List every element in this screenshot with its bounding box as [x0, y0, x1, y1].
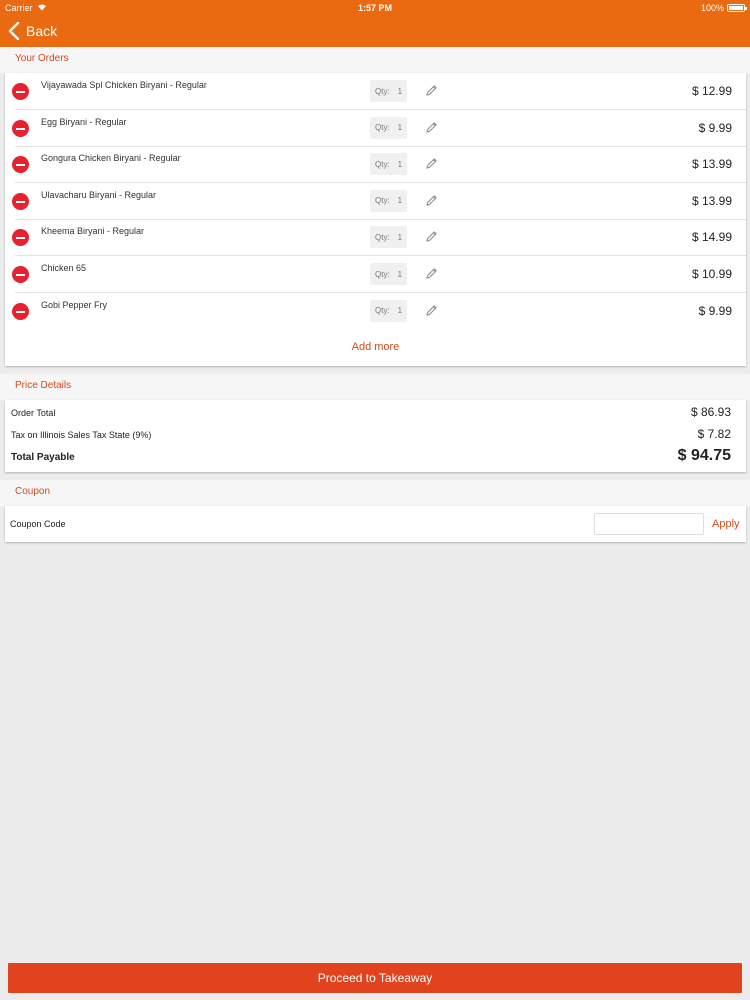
apply-coupon-button[interactable]: Apply: [712, 518, 740, 530]
battery-icon: [727, 4, 747, 12]
coupon-card: Coupon Code Apply: [5, 506, 746, 542]
quantity-field[interactable]: Qty: 1: [370, 263, 407, 285]
qty-label: Qty:: [375, 159, 390, 169]
quantity-field[interactable]: Qty: 1: [370, 226, 407, 249]
price-details-card: Order Total $ 86.93 Tax on Illinois Sale…: [5, 400, 746, 472]
qty-value: 1: [397, 196, 403, 206]
item-name: Ulavacharu Biryani - Regular: [41, 189, 157, 200]
order-total-value: $ 86.93: [690, 405, 731, 419]
qty-value: 1: [397, 306, 403, 316]
quantity-field[interactable]: Qty: 1: [370, 80, 407, 102]
item-price: $ 13.99: [691, 193, 732, 208]
remove-item-icon[interactable]: [12, 156, 29, 174]
order-item-row: Gongura Chicken Biryani - Regular Qty: 1 $ …: [5, 146, 746, 184]
clock: 1:57 PM: [357, 3, 392, 13]
back-label: Back: [26, 23, 58, 39]
item-price: $ 10.99: [691, 267, 732, 281]
order-item-row: Gobi Pepper Fry Qty: 1 $ 9.99: [5, 293, 746, 330]
qty-label: Qty:: [375, 269, 390, 279]
item-price: $ 9.99: [698, 303, 732, 318]
pencil-icon[interactable]: [425, 267, 438, 280]
pencil-icon[interactable]: [425, 157, 438, 170]
order-total-row: Order Total $ 86.93: [11, 405, 731, 419]
quantity-field[interactable]: Qty: 1: [370, 153, 407, 176]
qty-label: Qty:: [375, 196, 390, 206]
tax-value: $ 7.82: [697, 427, 731, 441]
qty-label: Qty:: [375, 123, 390, 133]
quantity-field[interactable]: Qty: 1: [370, 189, 407, 212]
total-payable-label: Total Payable: [11, 452, 75, 463]
pencil-icon[interactable]: [425, 84, 438, 97]
qty-label: Qty:: [375, 306, 390, 316]
remove-item-icon[interactable]: [12, 119, 29, 137]
item-price: $ 14.99: [691, 230, 732, 245]
tax-label: Tax on Illinois Sales Tax State (9%): [11, 430, 152, 440]
coupon-code-input[interactable]: [594, 513, 704, 535]
remove-item-icon[interactable]: [12, 302, 29, 320]
quantity-field[interactable]: Qty: 1: [370, 299, 407, 322]
remove-item-icon[interactable]: [12, 266, 29, 283]
item-name: Gongura Chicken Biryani - Regular: [41, 153, 181, 164]
remove-item-icon[interactable]: [12, 83, 29, 100]
chevron-left-icon: [8, 22, 20, 40]
item-price: $ 13.99: [691, 157, 732, 172]
proceed-to-takeaway-button[interactable]: Proceed to Takeaway: [8, 963, 742, 993]
order-item-row: Ulavacharu Biryani - Regular Qty: 1 $ 13.99: [5, 183, 746, 220]
order-item-row: Egg Biryani - Regular Qty: 1 $ 9.99: [5, 110, 746, 147]
item-price: $ 9.99: [698, 120, 732, 135]
remove-item-icon[interactable]: [12, 229, 29, 247]
order-item-row: Kheema Biryani - Regular Qty: 1 $ 14.99: [5, 219, 746, 257]
nav-header: Carrier 1:57 PM 100% Back: [0, 0, 750, 47]
item-price: $ 12.99: [691, 84, 732, 98]
qty-value: 1: [397, 269, 403, 279]
order-item-row: Chicken 65 Qty: 1 $ 10.99: [5, 256, 746, 293]
remove-item-icon[interactable]: [12, 192, 29, 210]
qty-label: Qty:: [375, 86, 390, 96]
qty-value: 1: [397, 123, 403, 133]
battery-percent: 100%: [700, 3, 724, 13]
price-details-section-label: Price Details: [0, 374, 750, 400]
orders-section-label: Your Orders: [0, 47, 750, 73]
item-name: Gobi Pepper Fry: [41, 299, 108, 310]
status-bar: Carrier 1:57 PM 100%: [0, 0, 750, 16]
tax-row: Tax on Illinois Sales Tax State (9%) $ 7…: [11, 427, 731, 441]
qty-value: 1: [397, 86, 403, 96]
pencil-icon[interactable]: [425, 194, 438, 207]
quantity-field[interactable]: Qty: 1: [370, 116, 407, 139]
item-name: Egg Biryani - Regular: [41, 116, 127, 127]
order-item-row: Vijayawada Spl Chicken Biryani - Regular…: [5, 73, 746, 110]
add-more-button[interactable]: Add more: [5, 341, 746, 353]
pencil-icon[interactable]: [425, 121, 438, 134]
coupon-section-label: Coupon: [0, 480, 750, 506]
total-payable-value: $ 94.75: [677, 447, 731, 464]
item-name: Vijayawada Spl Chicken Biryani - Regular: [41, 80, 207, 90]
qty-label: Qty:: [375, 232, 390, 242]
qty-value: 1: [397, 232, 403, 242]
order-total-label: Order Total: [11, 408, 56, 418]
qty-value: 1: [397, 159, 403, 169]
coupon-code-label: Coupon Code: [10, 519, 66, 529]
pencil-icon[interactable]: [425, 230, 438, 243]
total-payable-row: Total Payable $ 94.75: [11, 447, 731, 465]
back-button[interactable]: Back: [8, 20, 57, 42]
pencil-icon[interactable]: [425, 304, 438, 317]
item-name: Kheema Biryani - Regular: [41, 226, 145, 237]
orders-card: Vijayawada Spl Chicken Biryani - Regular…: [5, 73, 746, 366]
item-name: Chicken 65: [41, 263, 87, 273]
